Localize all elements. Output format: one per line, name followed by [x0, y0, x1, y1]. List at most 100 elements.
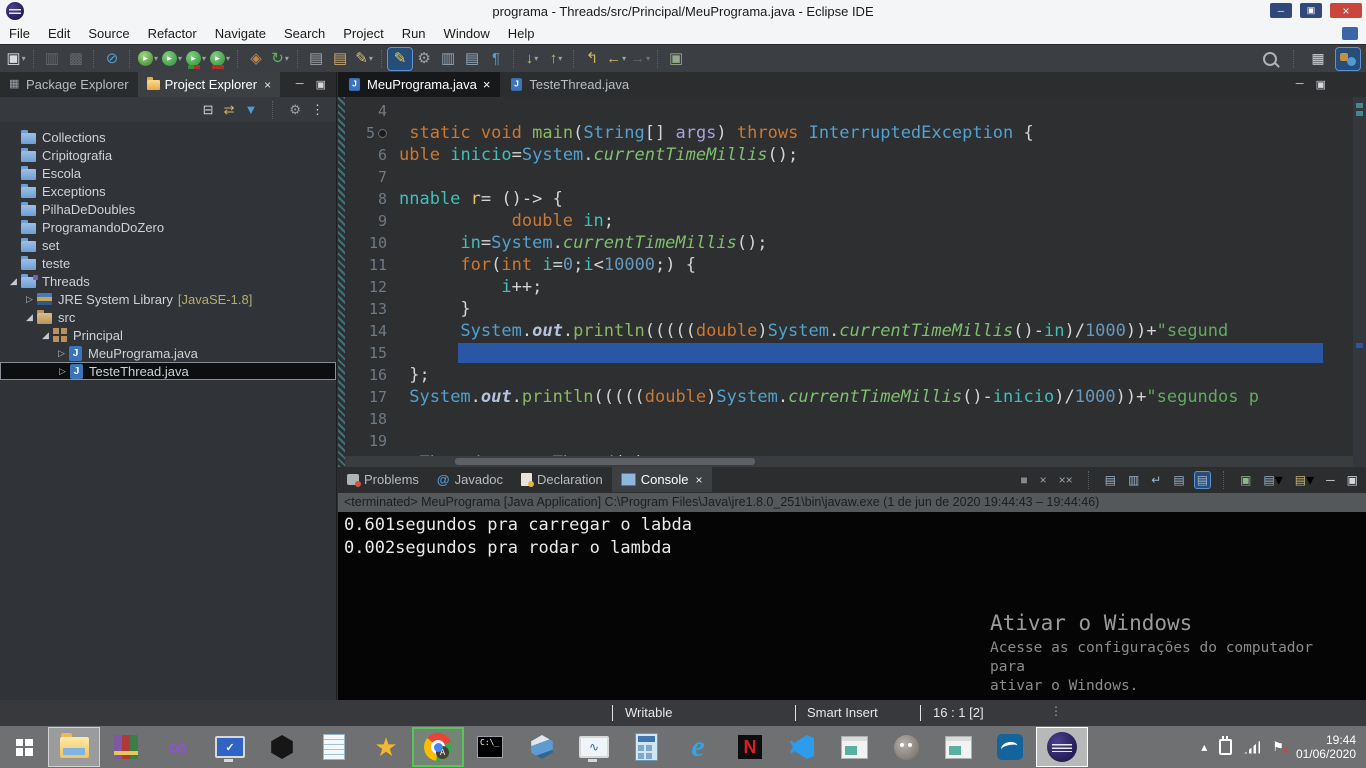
code-editor[interactable]: 45 static void main(String[] args) throw… [338, 97, 1366, 467]
tree-item-escola[interactable]: Escola [0, 164, 336, 182]
toolbar-overflow-icon[interactable] [1342, 27, 1358, 40]
menu-edit[interactable]: Edit [39, 26, 79, 41]
code-line[interactable]: 13 } [345, 298, 1353, 320]
code-line[interactable]: 6uble inicio=System.currentTimeMillis(); [345, 144, 1353, 166]
code-line[interactable]: 17 System.out.println(((((double)System.… [345, 386, 1353, 408]
run-icon[interactable]: ▸▾ [160, 48, 184, 70]
skip-all-breakpoints-icon[interactable]: ⊘ [100, 48, 124, 70]
resource-monitor[interactable]: ∿ [568, 727, 620, 767]
show-source-icon[interactable]: ▤ [460, 48, 484, 70]
menu-window[interactable]: Window [435, 26, 499, 41]
network-signal-icon[interactable] [1244, 741, 1260, 754]
close-button[interactable]: × [1330, 3, 1362, 18]
taskbar-clock[interactable]: 19:44 01/06/2020 [1296, 733, 1356, 761]
save-all-icon[interactable]: ▩ [64, 48, 88, 70]
winrar[interactable] [100, 727, 152, 767]
horizontal-scrollbar[interactable] [345, 456, 1353, 467]
pin-editor-icon[interactable]: ▣ [664, 48, 688, 70]
menu-file[interactable]: File [0, 26, 39, 41]
console-tab-console[interactable]: Console× [612, 467, 712, 492]
save-icon[interactable]: ▥ [40, 48, 64, 70]
menu-run[interactable]: Run [393, 26, 435, 41]
search-icon[interactable] [1258, 48, 1282, 70]
display-console-icon[interactable]: ▤▾ [1261, 469, 1284, 491]
previous-annotation-icon[interactable]: ↑▾ [544, 48, 568, 70]
calculator[interactable] [620, 727, 672, 767]
console-tab-problems[interactable]: Problems [338, 467, 428, 492]
minimize-view-icon[interactable]: ─ [1324, 472, 1337, 488]
view-settings-icon[interactable]: ⚙ [289, 102, 301, 118]
new-java-class-icon[interactable]: ◈ [244, 48, 268, 70]
internet-explorer[interactable]: e [672, 727, 724, 767]
link-with-editor-icon[interactable]: ⇄ [224, 102, 235, 118]
build-settings-icon[interactable]: ⚙ [412, 48, 436, 70]
tree-item-principal[interactable]: ◢Principal [0, 326, 336, 344]
clear-console-icon[interactable]: ▤ [1103, 472, 1118, 488]
tree-item-programandodozero[interactable]: ProgramandoDoZero [0, 218, 336, 236]
java-perspective-icon[interactable] [1336, 48, 1360, 70]
view-menu-icon[interactable]: ⋮ [311, 102, 324, 118]
code-line[interactable]: 18 [345, 408, 1353, 430]
menu-refactor[interactable]: Refactor [139, 26, 206, 41]
coverage-icon[interactable]: ▸▾ [184, 48, 208, 70]
remove-launch-icon[interactable]: × [1038, 472, 1049, 488]
forward-icon[interactable]: →▾ [628, 48, 652, 70]
open-type-icon[interactable]: ▤ [304, 48, 328, 70]
visual-studio[interactable]: ∞ [152, 727, 204, 767]
action-center-flag-icon[interactable]: ⚑× [1272, 739, 1284, 755]
tree-item-pilhadedoubles[interactable]: PilhaDeDoubles [0, 200, 336, 218]
start-button[interactable] [0, 727, 48, 767]
tree-arrow-open-icon[interactable]: ◢ [38, 330, 53, 341]
code-line[interactable]: 11 for(int i=0;i<10000;) { [345, 254, 1353, 276]
photos-app[interactable] [828, 727, 880, 767]
code-line[interactable]: 15 [345, 342, 1353, 364]
tab-package-explorer[interactable]: ▦Package Explorer [0, 72, 138, 97]
tray-expand-icon[interactable]: ▴ [1201, 740, 1207, 754]
show-whitespace-icon[interactable]: ¶ [484, 48, 508, 70]
notepad[interactable] [308, 727, 360, 767]
close-tab-icon[interactable]: × [483, 77, 491, 92]
unity[interactable] [256, 727, 308, 767]
code-line[interactable]: 8nnable r= ()-> { [345, 188, 1353, 210]
tree-item-testethread-java[interactable]: ▷JTesteThread.java [0, 362, 336, 380]
next-annotation-icon[interactable]: ↓▾ [520, 48, 544, 70]
maximize-editor-icon[interactable]: ▣ [1316, 78, 1326, 91]
code-line[interactable]: 9 double in; [345, 210, 1353, 232]
show-on-stdout-icon[interactable]: ▤ [1171, 472, 1186, 488]
new-wizard-icon[interactable]: ▣▾ [4, 48, 28, 70]
menu-navigate[interactable]: Navigate [206, 26, 275, 41]
last-edit-location-icon[interactable]: ↰ [580, 48, 604, 70]
photos-app-2[interactable] [932, 727, 984, 767]
open-console-icon[interactable]: ▤▾ [1293, 469, 1316, 491]
tree-item-src[interactable]: ◢src [0, 308, 336, 326]
tree-arrow-closed-icon[interactable]: ▷ [54, 348, 69, 359]
open-perspective-icon[interactable]: ▦ [1306, 48, 1330, 70]
console-tab-javadoc[interactable]: @Javadoc [428, 467, 512, 492]
editor-tab-testethread-java[interactable]: JTesteThread.java [500, 72, 639, 97]
code-line[interactable]: 12 i++; [345, 276, 1353, 298]
editor-tab-meuprograma-java[interactable]: JMeuPrograma.java× [338, 72, 500, 97]
command-prompt[interactable]: C:\_ [464, 727, 516, 767]
menu-project[interactable]: Project [334, 26, 392, 41]
word-wrap-icon[interactable]: ↵ [1149, 472, 1163, 488]
menu-help[interactable]: Help [499, 26, 544, 41]
minimize-view-icon[interactable]: ─ [296, 78, 304, 91]
netflix[interactable]: N [724, 727, 776, 767]
vscode[interactable] [776, 727, 828, 767]
maximize-button[interactable]: ▣ [1300, 3, 1322, 18]
chrome[interactable]: A [412, 727, 464, 767]
mark-occurrences-icon[interactable]: ✎ [388, 48, 412, 70]
minimize-editor-icon[interactable]: ─ [1296, 78, 1304, 91]
tree-item-set[interactable]: set [0, 236, 336, 254]
code-line[interactable]: 14 System.out.println(((((double)System.… [345, 320, 1353, 342]
profile-icon[interactable]: ▸▾ [208, 48, 232, 70]
code-line[interactable]: 16 }; [345, 364, 1353, 386]
remove-all-terminated-icon[interactable]: ×× [1057, 472, 1075, 488]
tree-item-exceptions[interactable]: Exceptions [0, 182, 336, 200]
close-tab-icon[interactable]: × [264, 78, 271, 92]
code-line[interactable]: 4 [345, 100, 1353, 122]
file-explorer[interactable] [48, 727, 100, 767]
overview-ruler[interactable] [1353, 97, 1366, 467]
maximize-view-icon[interactable]: ▣ [1345, 472, 1360, 488]
code-line[interactable]: 7 [345, 166, 1353, 188]
